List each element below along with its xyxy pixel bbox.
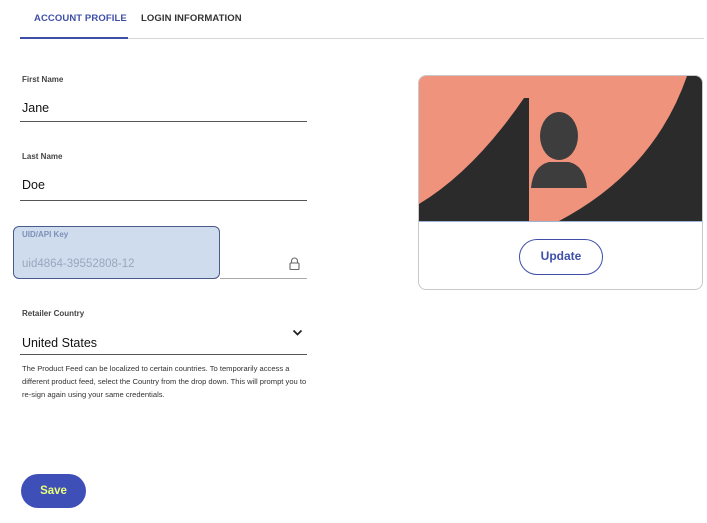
- country-select[interactable]: United States: [22, 336, 97, 350]
- first-name-input[interactable]: Jane: [22, 101, 49, 115]
- country-help-text: The Product Feed can be localized to cer…: [22, 364, 307, 400]
- last-name-label: Last Name: [22, 152, 63, 161]
- profile-avatar-image: [419, 76, 702, 221]
- update-photo-button[interactable]: Update: [519, 239, 603, 275]
- tab-login-information[interactable]: LOGIN INFORMATION: [141, 13, 242, 24]
- tab-bar: ACCOUNT PROFILE LOGIN INFORMATION: [20, 0, 704, 39]
- lock-icon: [289, 257, 300, 270]
- last-name-underline: [20, 200, 307, 201]
- last-name-input[interactable]: Doe: [22, 178, 45, 192]
- country-underline: [20, 354, 307, 355]
- uid-input[interactable]: uid4864-39552808-12: [22, 258, 135, 270]
- save-button[interactable]: Save: [21, 474, 86, 508]
- uid-underline: [220, 278, 307, 279]
- country-label: Retailer Country: [22, 309, 85, 318]
- first-name-underline: [20, 121, 307, 122]
- profile-card: Update: [418, 75, 703, 290]
- uid-label: UID/API Key: [22, 230, 69, 239]
- tab-account-profile[interactable]: ACCOUNT PROFILE: [34, 13, 127, 24]
- first-name-label: First Name: [22, 75, 64, 84]
- card-divider: [419, 221, 702, 222]
- chevron-down-icon[interactable]: [292, 329, 303, 337]
- active-tab-indicator: [20, 37, 128, 39]
